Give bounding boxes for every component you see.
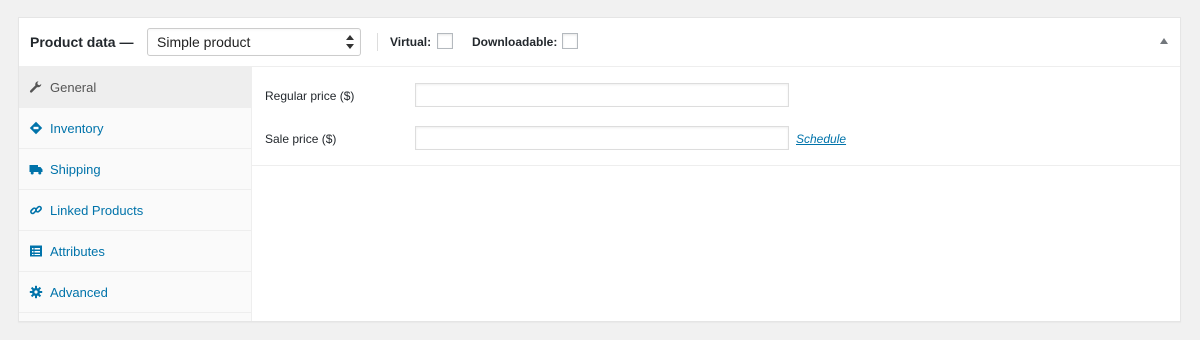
tab-shipping[interactable]: Shipping	[19, 149, 251, 190]
tab-linked-products[interactable]: Linked Products	[19, 190, 251, 231]
gear-icon	[29, 285, 43, 299]
product-type-select[interactable]: Simple product	[147, 28, 361, 56]
header-divider	[377, 33, 378, 51]
truck-icon	[29, 165, 43, 175]
tab-inventory[interactable]: Inventory	[19, 108, 251, 149]
virtual-label: Virtual:	[390, 35, 432, 49]
general-panel: Regular price ($) Sale price ($) Schedul…	[252, 67, 1180, 166]
sale-price-label: Sale price ($)	[265, 132, 337, 146]
product-data-tabs: General Inventory Shipping Linked Produc…	[19, 67, 252, 321]
tab-advanced[interactable]: Advanced	[19, 272, 251, 313]
product-type-value: Simple product	[157, 34, 251, 50]
downloadable-checkbox[interactable]	[562, 33, 578, 49]
tab-label: Advanced	[50, 285, 108, 300]
tag-icon	[29, 121, 43, 135]
tab-attributes[interactable]: Attributes	[19, 231, 251, 272]
regular-price-label: Regular price ($)	[265, 89, 355, 103]
tab-label: General	[50, 80, 97, 95]
tab-general[interactable]: General	[19, 67, 251, 108]
tab-label: Linked Products	[50, 203, 144, 218]
sale-price-input[interactable]	[415, 126, 789, 150]
list-icon	[30, 245, 42, 257]
downloadable-label: Downloadable:	[472, 35, 558, 49]
panel-header: Product data — Simple product Virtual: D…	[19, 18, 1180, 67]
regular-price-input[interactable]	[415, 83, 789, 107]
panel-title: Product data —	[30, 34, 134, 50]
product-data-panel: Product data — Simple product Virtual: D…	[18, 17, 1181, 322]
tab-label: Shipping	[50, 162, 101, 177]
select-arrows-icon	[346, 35, 354, 49]
virtual-checkbox[interactable]	[437, 33, 453, 49]
collapse-toggle-icon[interactable]	[1160, 38, 1168, 44]
tab-label: Inventory	[50, 121, 104, 136]
tab-label: Attributes	[50, 244, 105, 259]
schedule-link[interactable]: Schedule	[796, 132, 846, 146]
wrench-icon	[29, 81, 42, 93]
link-icon	[30, 205, 42, 215]
